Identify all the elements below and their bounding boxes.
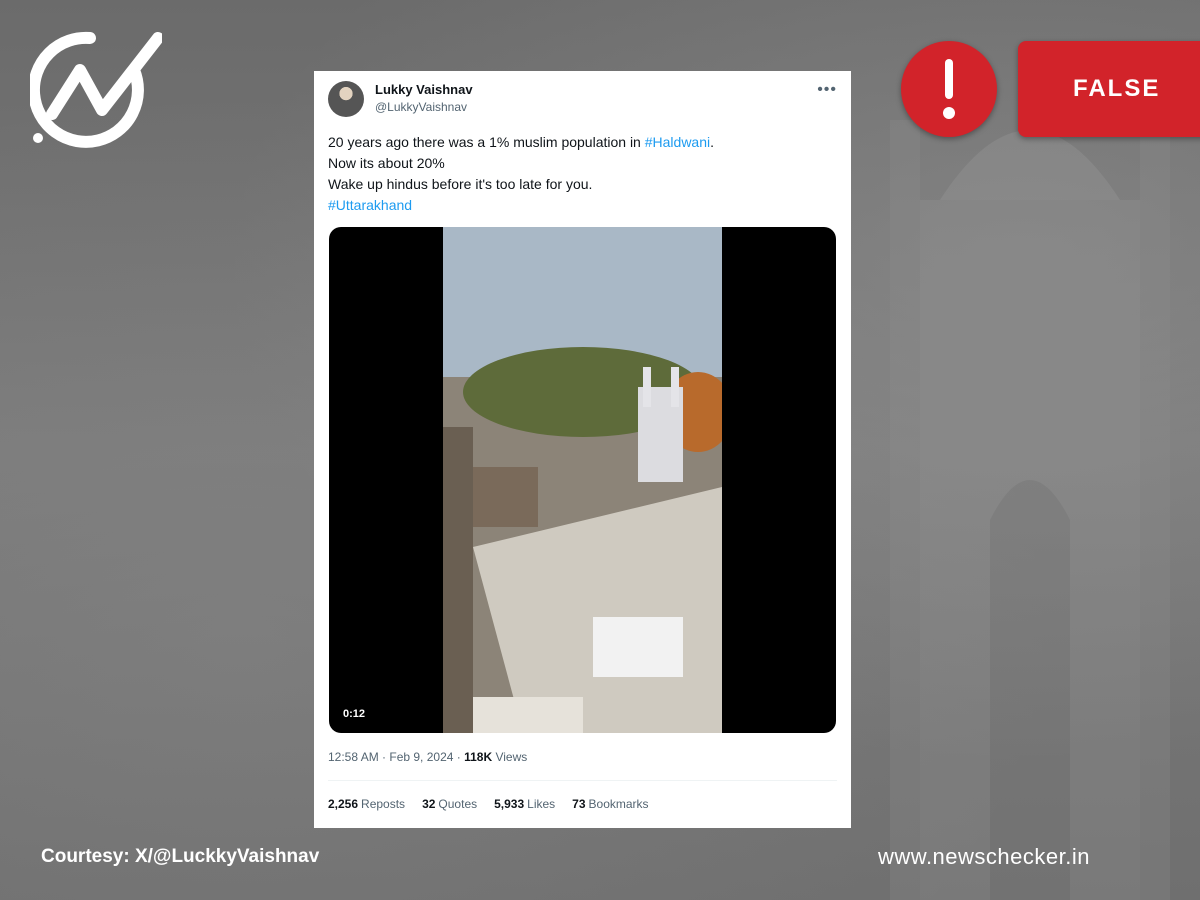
verdict-label: FALSE [1018,41,1200,137]
tweet-line-2: Now its about 20% [328,155,445,171]
author-name[interactable]: Lukky Vaishnav [375,82,473,97]
quotes-label: Quotes [438,797,478,811]
tweet-meta: 12:58 AM · Feb 9, 2024 · 118K Views [328,750,527,764]
avatar[interactable] [328,81,364,117]
video-frame[interactable] [443,227,722,733]
quotes-stat[interactable]: 32 Quotes [422,797,477,811]
bookmarks-count: 73 [572,797,586,811]
divider [328,780,837,781]
tweet-line-1-suffix: . [710,134,714,150]
views-label: Views [492,750,528,764]
tweet-line-1-text: 20 years ago there was a 1% muslim popul… [328,134,645,150]
tweet-line-3: Wake up hindus before it's too late for … [328,176,593,192]
hashtag-haldwani[interactable]: #Haldwani [645,134,710,150]
exclamation-icon [943,59,955,119]
views-count: 118K [464,750,493,764]
video-duration: 0:12 [343,708,366,720]
video-player[interactable]: 0:12 [329,227,836,733]
bookmarks-stat[interactable]: 73 Bookmarks [572,797,648,811]
quotes-count: 32 [422,797,436,811]
tweet-line-1: 20 years ago there was a 1% muslim popul… [328,132,828,153]
verdict-text: FALSE [1073,75,1161,102]
likes-label: Likes [527,797,556,811]
courtesy-credit: Courtesy: X/@LuckkyVaishnav [41,846,320,867]
tweet-card: Lukky Vaishnav @LukkyVaishnav ••• 20 yea… [314,71,851,828]
reposts-label: Reposts [361,797,406,811]
tweet-text: 20 years ago there was a 1% muslim popul… [328,132,828,216]
tweet-timestamp[interactable]: 12:58 AM · Feb 9, 2024 · [328,750,464,764]
tweet-stats: 2,256 Reposts 32 Quotes 5,933 Likes 73 Bookm… [328,797,649,811]
author-handle[interactable]: @LukkyVaishnav [375,100,467,114]
hashtag-uttarakhand[interactable]: #Uttarakhand [328,195,828,216]
newschecker-check-logo-icon [30,31,162,148]
bookmarks-label: Bookmarks [588,797,649,811]
reposts-stat[interactable]: 2,256 Reposts [328,797,405,811]
likes-stat[interactable]: 5,933 Likes [494,797,555,811]
more-icon[interactable]: ••• [817,81,837,99]
false-verdict-badge-icon [901,41,997,137]
site-url: www.newschecker.in [878,844,1090,869]
reposts-count: 2,256 [328,797,359,811]
likes-count: 5,933 [494,797,525,811]
